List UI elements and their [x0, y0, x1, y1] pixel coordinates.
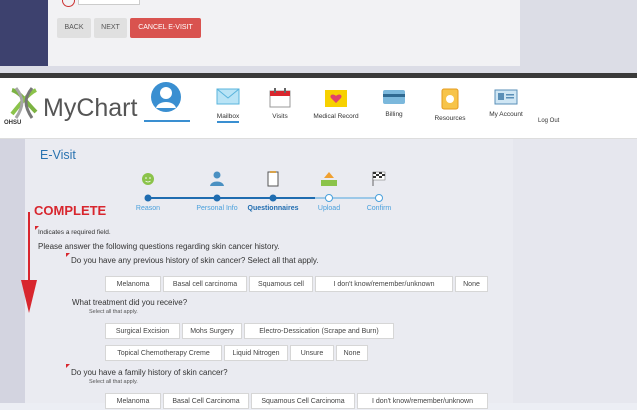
- q2-option-mohs[interactable]: Mohs Surgery: [182, 323, 242, 339]
- nav-my-account[interactable]: My Account: [474, 88, 538, 118]
- mychart-logo-icon: [10, 87, 38, 119]
- nav-visits[interactable]: Visits: [248, 88, 312, 120]
- nav-medical-record[interactable]: Medical Record: [304, 88, 368, 120]
- option-field[interactable]: [78, 0, 140, 5]
- step-dot-reason: [144, 194, 152, 202]
- q2-option-none[interactable]: None: [336, 345, 368, 361]
- user-avatar-icon[interactable]: [151, 82, 181, 112]
- nav-resources[interactable]: Resources: [418, 88, 482, 122]
- left-background: [0, 139, 25, 403]
- q3-option-basal-cell[interactable]: Basal Cell Carcinoma: [163, 393, 249, 409]
- red-arrow-head-icon: [21, 280, 37, 313]
- log-out-link[interactable]: Log Out: [538, 118, 559, 124]
- question-3: Do you have a family history of skin can…: [71, 368, 228, 377]
- back-button[interactable]: BACK: [57, 18, 91, 38]
- q1-option-unknown[interactable]: I don't know/remember/unknown: [315, 276, 453, 292]
- question-2-hint: Select all that apply.: [89, 309, 138, 315]
- required-note: Indicates a required field.: [38, 229, 111, 236]
- q2-option-liquid-nitrogen[interactable]: Liquid Nitrogen: [224, 345, 288, 361]
- question-2: What treatment did you receive?: [72, 298, 188, 307]
- nav-label: Mailbox: [216, 113, 240, 123]
- heart-folder-icon: [325, 90, 347, 107]
- left-panel: [0, 0, 48, 66]
- resources-icon: [441, 88, 459, 110]
- checkered-flag-icon: [372, 171, 386, 186]
- clipboard-icon: [267, 171, 279, 187]
- step-dot-confirm: [375, 194, 383, 202]
- q2-option-surgical-excision[interactable]: Surgical Excision: [105, 323, 180, 339]
- page-title: E-Visit: [40, 148, 76, 162]
- step-reason: Reason: [135, 205, 161, 212]
- q3-option-unknown[interactable]: I don't know/remember/unknown: [357, 393, 488, 409]
- required-flag-icon: [66, 253, 70, 257]
- progress-stepper: [142, 171, 386, 202]
- ohsu-label: OHSU: [4, 120, 22, 126]
- nav-billing[interactable]: Billing: [362, 88, 426, 118]
- question-3-hint: Select all that apply.: [89, 379, 138, 385]
- avatar-underline: [144, 120, 190, 122]
- id-card-icon: [494, 89, 518, 105]
- nav-label: Visits: [272, 113, 288, 120]
- step-dot-personal-info: [213, 194, 221, 202]
- q1-option-none[interactable]: None: [455, 276, 488, 292]
- smiley-icon: [142, 173, 154, 185]
- upload-icon: [321, 172, 337, 186]
- q1-option-basal-cell[interactable]: Basal cell carcinoma: [163, 276, 247, 292]
- credit-card-icon: [383, 90, 405, 104]
- q1-option-squamous[interactable]: Squamous cell: [249, 276, 313, 292]
- step-dot-upload: [325, 194, 333, 202]
- mail-icon: [216, 88, 240, 105]
- mychart-header: MyChart OHSU Mailbox Visits Medical Reco…: [0, 78, 637, 139]
- q3-option-melanoma[interactable]: Melanoma: [105, 393, 161, 409]
- nav-label: Medical Record: [313, 113, 359, 120]
- logo-text: MyChart: [43, 94, 138, 122]
- q3-option-squamous[interactable]: Squamous Cell Carcinoma: [251, 393, 355, 409]
- calendar-icon: [269, 88, 291, 108]
- q1-option-melanoma[interactable]: Melanoma: [105, 276, 161, 292]
- person-icon: [210, 171, 224, 186]
- right-background: [513, 139, 637, 403]
- red-arrow-shaft: [28, 212, 30, 289]
- q2-option-unsure[interactable]: Unsure: [290, 345, 334, 361]
- intro-text: Please answer the following questions re…: [38, 242, 280, 251]
- required-flag-icon: [66, 364, 70, 368]
- q2-option-electro-dessication[interactable]: Electro-Dessication (Scrape and Burn): [244, 323, 394, 339]
- complete-annotation: COMPLETE: [34, 203, 107, 218]
- right-panel: [520, 0, 637, 66]
- next-button[interactable]: NEXT: [94, 18, 127, 38]
- nav-label: Resources: [434, 115, 466, 122]
- nav-label: My Account: [489, 111, 523, 118]
- question-1: Do you have any previous history of skin…: [71, 256, 319, 265]
- nav-label: Billing: [385, 111, 403, 118]
- q2-option-topical-chemo[interactable]: Topical Chemotherapy Creme: [105, 345, 222, 361]
- step-confirm: Confirm: [366, 205, 392, 212]
- step-dot-questionnaires: [269, 194, 277, 202]
- cancel-evisit-button[interactable]: CANCEL E-VISIT: [130, 18, 201, 38]
